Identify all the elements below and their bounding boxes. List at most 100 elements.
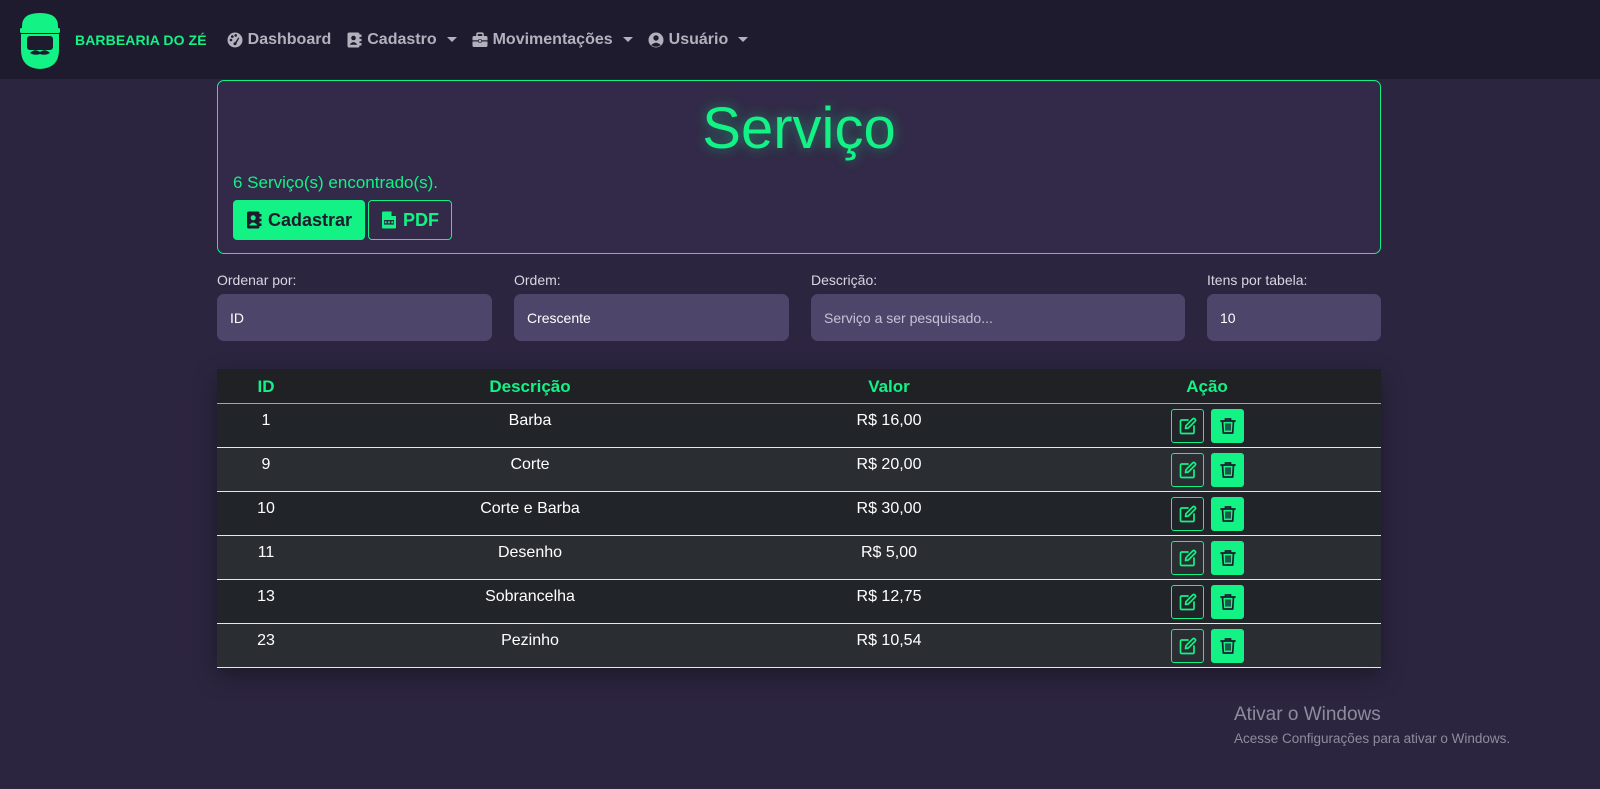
edit-button[interactable] [1171,409,1204,443]
row-id: 23 [257,632,275,649]
trash-icon [1219,550,1236,566]
edit-button[interactable] [1171,541,1204,575]
nav-dashboard[interactable]: Dashboard [227,30,332,49]
page-title: Serviço [702,96,896,161]
delete-button[interactable] [1211,629,1244,663]
row-value: R$ 20,00 [856,456,922,473]
chevron-down-icon [738,37,749,42]
edit-button[interactable] [1171,629,1204,663]
brand[interactable]: BARBEARIA DO ZÉ [18,10,207,70]
watermark-title: Ativar o Windows [1234,704,1381,725]
filter-order: Ordem: Crescente [514,272,789,341]
table-row: 23 Pezinho R$ 10,54 [217,624,1381,668]
description-search-input[interactable] [824,309,1172,326]
delete-button[interactable] [1211,585,1244,619]
row-actions [1171,541,1244,575]
table-row: 10 Corte e Barba R$ 30,00 [217,492,1381,536]
edit-icon [1179,637,1196,655]
services-table: ID Descrição Valor Ação 1 Barba R$ 16,00… [217,369,1381,668]
row-value: R$ 10,54 [856,632,922,649]
filter-description: Descrição: [811,272,1185,341]
nav-usuario[interactable]: Usuário [648,31,749,49]
register-button[interactable]: Cadastrar [233,200,366,240]
nav-usuario-label: Usuário [668,30,729,48]
nav-movimentacoes-label: Movimentações [492,30,613,48]
row-actions [1171,497,1244,531]
per-page-value: 10 [1220,309,1236,326]
navbar: BARBEARIA DO ZÉ Dashboard Cadastro Movim… [0,0,1600,79]
barber-logo-icon [20,12,60,69]
table-row: 11 Desenho R$ 5,00 [217,536,1381,580]
row-actions [1171,585,1244,619]
address-book-icon [347,32,362,47]
table-row: 9 Corte R$ 20,00 [217,448,1381,492]
header-value: Valor [868,377,910,396]
edit-icon [1179,505,1196,523]
main-nav: Dashboard Cadastro Movimentações Usuário [227,31,749,49]
row-actions [1171,409,1244,443]
description-label: Descrição: [811,272,878,288]
order-by-label: Ordenar por: [217,272,297,288]
row-description: Pezinho [501,632,559,649]
row-id: 1 [261,412,271,429]
table-body: 1 Barba R$ 16,00 9 Corte R$ 20,00 10 Cor… [217,404,1381,668]
row-value: R$ 5,00 [860,544,918,561]
per-page-select[interactable]: 10 [1207,294,1381,341]
row-description: Corte e Barba [480,500,580,517]
description-field[interactable] [811,294,1185,341]
nav-dashboard-label: Dashboard [247,30,332,48]
nav-cadastro-label: Cadastro [367,30,437,48]
nav-movimentacoes[interactable]: Movimentações [472,31,633,49]
header-description: Descrição [489,377,571,396]
pdf-button-label: PDF [403,209,439,230]
pdf-file-icon [382,211,396,229]
result-count: 6 Serviço(s) encontrado(s). [233,173,439,192]
order-by-value: ID [230,309,244,326]
nav-cadastro[interactable]: Cadastro [346,30,457,49]
row-actions [1171,629,1244,663]
pdf-button[interactable]: PDF [368,200,452,240]
delete-button[interactable] [1211,497,1244,531]
row-description: Barba [508,412,552,429]
table-row: 13 Sobrancelha R$ 12,75 [217,580,1381,624]
watermark-subtitle: Acesse Configurações para ativar o Windo… [1234,731,1511,746]
delete-button[interactable] [1211,541,1244,575]
windows-activation-watermark: Ativar o Windows Acesse Configurações pa… [1234,704,1510,746]
briefcase-icon [472,31,488,47]
edit-button[interactable] [1171,497,1204,531]
row-value: R$ 30,00 [856,500,922,517]
chevron-down-icon [622,37,633,42]
order-value: Crescente [527,309,591,326]
delete-button[interactable] [1211,453,1244,487]
row-id: 9 [261,456,271,473]
header-id: ID [257,377,275,396]
table-row: 1 Barba R$ 16,00 [217,404,1381,448]
row-id: 10 [257,500,275,517]
edit-icon [1179,549,1196,567]
chevron-down-icon [446,37,457,42]
order-by-select[interactable]: ID [217,294,492,341]
brand-name: BARBEARIA DO ZÉ [75,31,207,48]
trash-icon [1219,506,1236,522]
row-description: Desenho [497,544,563,561]
order-label: Ordem: [514,272,561,288]
trash-icon [1219,594,1236,610]
order-select[interactable]: Crescente [514,294,789,341]
trash-icon [1219,462,1236,478]
header-card: Serviço 6 Serviço(s) encontrado(s). Cada… [217,80,1381,254]
row-id: 13 [257,588,275,605]
trash-icon [1219,418,1236,434]
row-id: 11 [257,544,275,561]
edit-icon [1179,593,1196,611]
filter-per-page: Itens por tabela: 10 [1207,272,1381,341]
row-description: Corte [510,456,550,473]
edit-button[interactable] [1171,585,1204,619]
per-page-label: Itens por tabela: [1207,272,1308,288]
filter-order-by: Ordenar por: ID [217,272,492,341]
row-description: Sobrancelha [485,588,575,605]
edit-button[interactable] [1171,453,1204,487]
row-value: R$ 16,00 [856,412,922,429]
delete-button[interactable] [1211,409,1244,443]
address-book-icon [247,211,262,229]
user-circle-icon [648,32,664,47]
